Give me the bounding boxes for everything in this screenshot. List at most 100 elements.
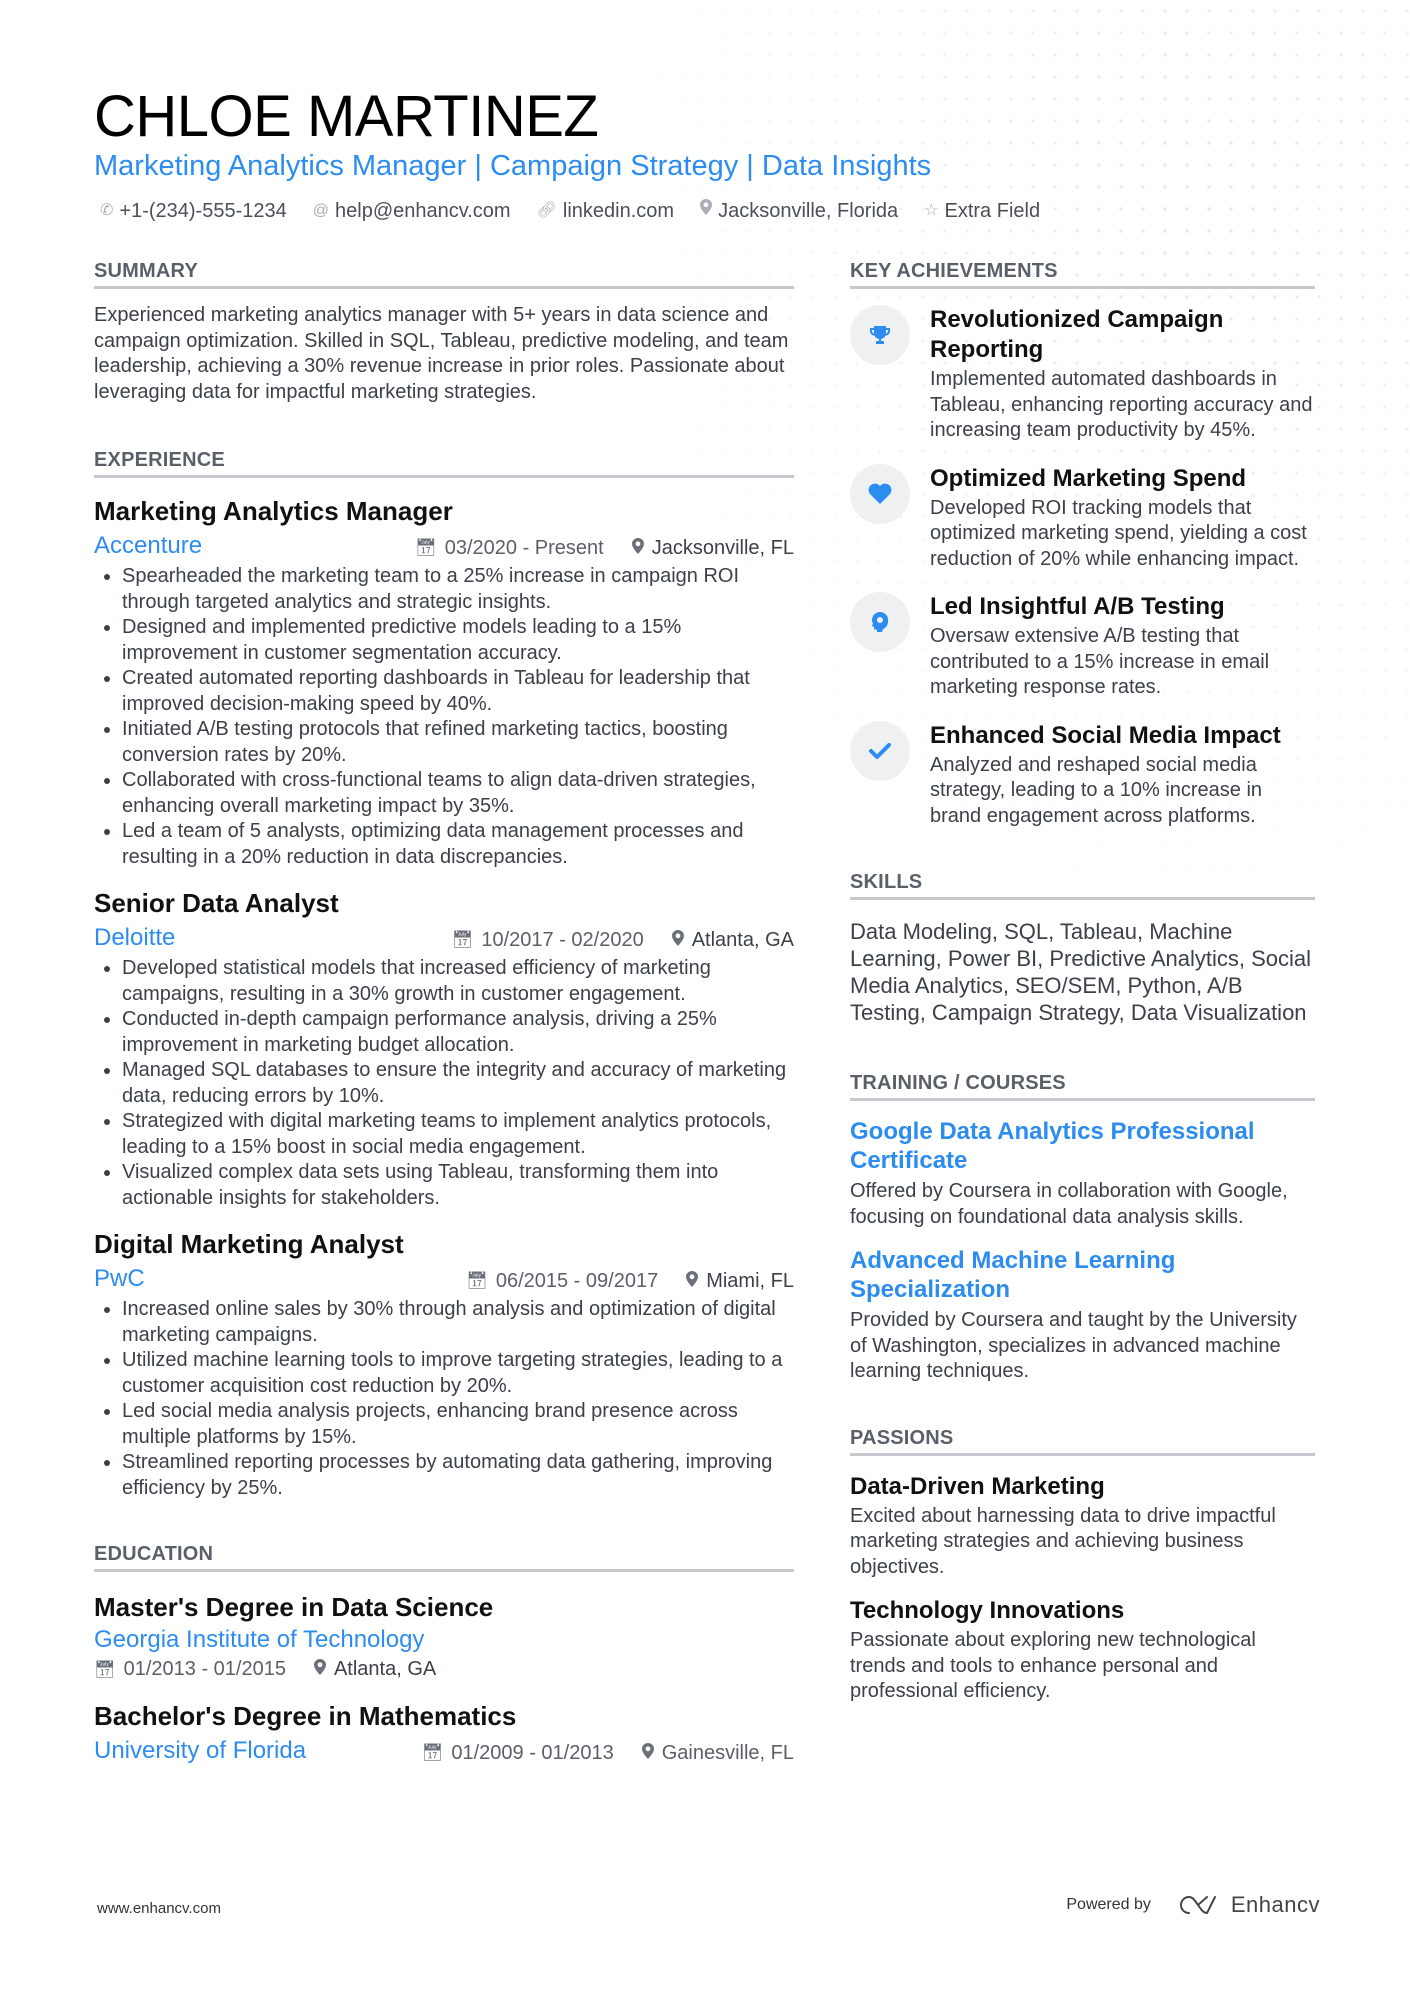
achievements-section: KEY ACHIEVEMENTS Revolutionized Campaign… <box>850 258 1315 829</box>
achievement-item: Led Insightful A/B Testing Oversaw exten… <box>850 592 1315 701</box>
course-title[interactable]: Advanced Machine Learning Specialization <box>850 1246 1315 1304</box>
job-bullet: Led social media analysis projects, enha… <box>122 1399 794 1450</box>
achievement-title: Enhanced Social Media Impact <box>930 721 1281 749</box>
experience-entry: Senior Data Analyst Deloitte 📅︎ 10/2017 -… <box>94 886 794 1211</box>
achievement-desc: Implemented automated dashboards in Tabl… <box>930 368 1313 441</box>
edu-location: Gainesville, FL <box>641 1742 794 1765</box>
company-name[interactable]: PwC <box>94 1263 145 1295</box>
contact-phone-text: +1-(234)-555-1234 <box>119 200 287 222</box>
achievement-title: Led Insightful A/B Testing <box>930 593 1225 620</box>
footer-website[interactable]: www.enhancv.com <box>97 1900 221 1917</box>
job-bullet: Initiated A/B testing protocols that ref… <box>122 717 794 768</box>
job-location-text: Miami, FL <box>706 1269 794 1292</box>
job-location: Atlanta, GA <box>671 929 794 952</box>
job-dates: 📅︎ 10/2017 - 02/2020 <box>452 929 644 952</box>
company-name[interactable]: Accenture <box>94 530 202 562</box>
section-title-education: EDUCATION <box>94 1541 794 1572</box>
achievement-item: Optimized Marketing Spend Developed ROI … <box>850 463 1315 573</box>
training-section: TRAINING / COURSES Google Data Analytics… <box>850 1070 1315 1385</box>
contact-linkedin-text: linkedin.com <box>562 200 675 222</box>
passion-title: Data-Driven Marketing <box>850 1472 1105 1500</box>
calendar-icon: 📅︎ <box>94 1659 116 1679</box>
link-icon: 🔗︎ <box>536 202 557 219</box>
job-dates-text: 10/2017 - 02/2020 <box>481 928 644 951</box>
contact-location-text: Jacksonville, Florida <box>718 200 899 222</box>
course-desc: Provided by Coursera and taught by the U… <box>850 1309 1297 1382</box>
job-meta: PwC 📅︎ 06/2015 - 09/2017 Miami, FL <box>94 1263 794 1295</box>
contact-phone[interactable]: ✆ +1-(234)-555-1234 <box>100 197 287 225</box>
job-title: Marketing Analytics Manager <box>94 496 453 526</box>
contact-extra-text: Extra Field <box>944 200 1041 222</box>
calendar-icon: 📅︎ <box>421 1743 444 1762</box>
job-bullet: Visualized complex data sets using Table… <box>122 1160 794 1211</box>
contact-email[interactable]: @ help@enhancv.com <box>313 197 511 225</box>
contact-linkedin[interactable]: 🔗︎ linkedin.com <box>537 197 674 225</box>
summary-text: Experienced marketing analytics manager … <box>94 304 789 403</box>
head-bulb-icon <box>850 592 910 652</box>
passions-section: PASSIONS Data-Driven Marketing Excited a… <box>850 1425 1315 1705</box>
job-bullet: Streamlined reporting processes by autom… <box>122 1450 794 1501</box>
experience-entry: Digital Marketing Analyst PwC 📅︎ 06/2015 … <box>94 1227 794 1501</box>
calendar-icon: 📅︎ <box>466 1271 488 1290</box>
job-bullet: Created automated reporting dashboards i… <box>122 666 794 717</box>
job-meta: Accenture 📅︎ 03/2020 - Present Jacksonvil… <box>94 530 794 562</box>
location-icon <box>700 197 713 225</box>
course-item: Advanced Machine Learning Specialization… <box>850 1246 1315 1385</box>
education-entry: Master's Degree in Data Science Georgia … <box>94 1590 794 1681</box>
section-title-achievements: KEY ACHIEVEMENTS <box>850 258 1315 289</box>
contact-extra: ☆ Extra Field <box>924 197 1040 225</box>
section-title-experience: EXPERIENCE <box>94 447 794 478</box>
job-title: Senior Data Analyst <box>94 888 339 918</box>
achievement-desc: Analyzed and reshaped social media strat… <box>930 753 1263 827</box>
section-title-summary: SUMMARY <box>94 258 794 289</box>
school-name[interactable]: University of Florida <box>94 1735 306 1767</box>
job-bullet: Conducted in-depth campaign performance … <box>122 1007 794 1058</box>
resume-page: CHLOE MARTINEZ Marketing Analytics Manag… <box>0 0 1410 1995</box>
summary-section: SUMMARY Experienced marketing analytics … <box>94 258 794 405</box>
enhancv-brand-text: Enhancv <box>1230 1892 1320 1917</box>
job-dates-text: 06/2015 - 09/2017 <box>495 1269 659 1292</box>
company-name[interactable]: Deloitte <box>94 922 175 954</box>
right-column: KEY ACHIEVEMENTS Revolutionized Campaign… <box>850 258 1315 1705</box>
job-bullet: Collaborated with cross-functional teams… <box>122 768 794 819</box>
edu-location-text: Atlanta, GA <box>333 1658 437 1680</box>
candidate-tagline: Marketing Analytics Manager | Campaign S… <box>94 150 932 182</box>
job-bullet: Managed SQL databases to ensure the inte… <box>122 1058 794 1109</box>
contact-bar: ✆ +1-(234)-555-1234 @ help@enhancv.com 🔗… <box>100 197 1040 225</box>
passion-desc: Passionate about exploring new technolog… <box>850 1629 1256 1702</box>
edu-dates: 📅︎ 01/2009 - 01/2013 <box>422 1742 614 1765</box>
achievement-title: Revolutionized Campaign Reporting <box>930 306 1224 363</box>
at-icon: @ <box>312 202 329 219</box>
location-icon <box>641 1742 654 1764</box>
job-location-text: Jacksonville, FL <box>651 536 794 559</box>
location-icon <box>313 1659 326 1680</box>
achievement-desc: Developed ROI tracking models that optim… <box>930 496 1307 570</box>
trophy-icon <box>850 305 910 365</box>
experience-entry: Marketing Analytics Manager Accenture 📅︎… <box>94 494 794 870</box>
phone-icon: ✆ <box>100 202 114 219</box>
job-bullet: Developed statistical models that increa… <box>122 956 794 1007</box>
job-title: Digital Marketing Analyst <box>94 1229 404 1259</box>
section-title-training: TRAINING / COURSES <box>850 1070 1315 1101</box>
left-column: SUMMARY Experienced marketing analytics … <box>94 258 794 1767</box>
passion-title: Technology Innovations <box>850 1597 1125 1624</box>
job-bullet: Utilized machine learning tools to impro… <box>122 1348 794 1399</box>
school-name[interactable]: Georgia Institute of Technology <box>94 1624 794 1656</box>
section-title-passions: PASSIONS <box>850 1425 1315 1456</box>
checkmark-icon <box>850 720 910 781</box>
experience-section: EXPERIENCE Marketing Analytics Manager A… <box>94 447 794 1501</box>
calendar-icon: 📅︎ <box>451 930 474 949</box>
skills-text: Data Modeling, SQL, Tableau, Machine Lea… <box>850 919 1312 1025</box>
skills-section: SKILLS Data Modeling, SQL, Tableau, Mach… <box>850 869 1315 1026</box>
job-dates: 📅︎ 03/2020 - Present <box>415 537 604 560</box>
job-bullet: Strategized with digital marketing teams… <box>122 1109 794 1160</box>
location-icon <box>671 929 684 951</box>
edu-dates-text: 01/2009 - 01/2013 <box>451 1741 614 1764</box>
location-icon <box>631 537 644 559</box>
course-title[interactable]: Google Data Analytics Professional Certi… <box>850 1117 1315 1175</box>
calendar-icon: 📅︎ <box>415 538 437 557</box>
job-bullet: Designed and implemented predictive mode… <box>122 615 794 666</box>
course-item: Google Data Analytics Professional Certi… <box>850 1117 1315 1230</box>
enhancv-brand[interactable]: Enhancv <box>1175 1892 1320 1918</box>
passion-desc: Excited about harnessing data to drive i… <box>850 1504 1276 1578</box>
